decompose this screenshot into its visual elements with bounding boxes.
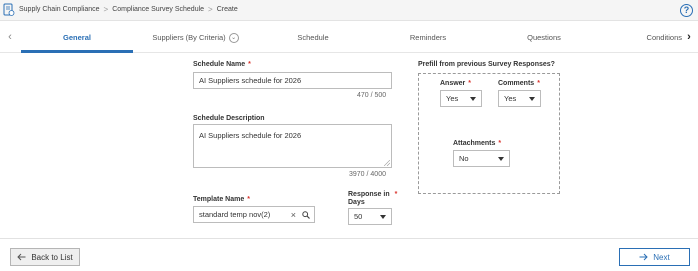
required-mark: * xyxy=(247,196,250,203)
tab-reminders[interactable]: Reminders xyxy=(372,22,484,53)
schedule-description-label: Schedule Description xyxy=(193,115,265,122)
footer-bar: Back to List Next xyxy=(0,238,698,271)
tab-label: General xyxy=(63,33,91,42)
comments-select[interactable]: Yes xyxy=(498,90,541,107)
template-name-search-input[interactable]: standard temp nov(2) × xyxy=(193,206,315,223)
search-icon[interactable] xyxy=(302,211,310,219)
attachments-value: No xyxy=(459,154,469,163)
tab-label: Reminders xyxy=(409,33,447,42)
breadcrumb-item-survey-schedule[interactable]: Compliance Survey Schedule xyxy=(112,6,204,13)
tab-scroll-right-icon[interactable]: › xyxy=(683,30,695,44)
comments-value: Yes xyxy=(504,94,517,103)
schedule-name-label-text: Schedule Name xyxy=(193,61,246,68)
template-name-value: standard temp nov(2) xyxy=(199,210,271,219)
response-days-select[interactable]: 50 xyxy=(348,208,392,225)
schedule-name-counter: 470 / 500 xyxy=(357,92,387,99)
attachments-label: Attachments * xyxy=(453,140,501,147)
required-mark: * xyxy=(394,191,398,198)
template-name-actions: × xyxy=(291,210,310,220)
tab-general[interactable]: General xyxy=(21,22,133,53)
clear-icon[interactable]: × xyxy=(291,210,296,220)
answer-select[interactable]: Yes xyxy=(440,90,482,107)
chevron-down-icon: ⌄ xyxy=(228,33,239,44)
back-to-list-label: Back to List xyxy=(31,252,73,262)
required-mark: * xyxy=(248,61,251,68)
back-to-list-button[interactable]: Back to List xyxy=(10,248,80,266)
header-bar: Supply Chain Compliance > Compliance Sur… xyxy=(0,0,698,21)
response-days-value: 50 xyxy=(354,212,363,221)
breadcrumb-separator: > xyxy=(103,5,109,14)
tab-scroll-left-icon[interactable]: ‹ xyxy=(4,30,16,44)
attachments-select[interactable]: No xyxy=(453,150,510,167)
caret-down-icon xyxy=(470,96,476,101)
tab-schedule[interactable]: Schedule xyxy=(258,22,368,53)
active-tab-indicator xyxy=(21,50,133,53)
schedule-name-input[interactable]: AI Suppliers schedule for 2026 xyxy=(193,72,392,89)
answer-label: Answer * xyxy=(440,80,471,87)
response-days-label-line1: Response in xyxy=(348,191,390,198)
comments-label-text: Comments xyxy=(498,80,535,87)
schedule-description-counter: 3970 / 4000 xyxy=(349,171,386,178)
response-days-label: Response in * Days xyxy=(348,191,397,207)
response-days-label-line2: Days xyxy=(348,199,365,206)
template-name-label: Template Name * xyxy=(193,196,250,203)
tab-suppliers-by-criteria[interactable]: Suppliers (By Criteria) ⌄ xyxy=(133,22,258,53)
tab-label: Conditions xyxy=(646,33,682,42)
required-mark: * xyxy=(468,80,472,87)
schedule-description-textarea[interactable]: AI Suppliers schedule for 2026 xyxy=(193,124,392,168)
next-button[interactable]: Next xyxy=(619,248,690,266)
template-name-label-text: Template Name xyxy=(193,196,245,203)
next-label: Next xyxy=(653,252,670,262)
tab-conditions[interactable]: Conditions xyxy=(632,22,682,53)
arrow-right-icon xyxy=(639,253,648,261)
answer-label-text: Answer xyxy=(440,80,466,87)
compliance-app-icon xyxy=(3,3,15,16)
required-mark: * xyxy=(537,80,540,87)
breadcrumb-item-supply-chain[interactable]: Supply Chain Compliance xyxy=(19,6,100,13)
tab-bar: ‹ General Suppliers (By Criteria) ⌄ Sched… xyxy=(0,22,698,53)
breadcrumb: Supply Chain Compliance > Compliance Sur… xyxy=(19,5,238,14)
caret-down-icon xyxy=(529,96,535,101)
caret-down-icon xyxy=(498,156,504,161)
breadcrumb-separator: > xyxy=(208,5,213,14)
schedule-name-label: Schedule Name * xyxy=(193,61,251,68)
answer-value: Yes xyxy=(446,94,459,103)
schedule-name-value: AI Suppliers schedule for 2026 xyxy=(199,76,302,85)
tab-questions[interactable]: Questions xyxy=(488,22,600,53)
tab-label: Schedule xyxy=(297,33,329,42)
caret-down-icon xyxy=(380,214,386,219)
attachments-label-text: Attachments xyxy=(453,140,496,147)
schedule-description-value: AI Suppliers schedule for 2026 xyxy=(199,131,302,140)
comments-label: Comments * xyxy=(498,80,540,87)
breadcrumb-item-create: Create xyxy=(216,6,238,13)
prefill-title: Prefill from previous Survey Responses? xyxy=(418,61,555,68)
required-mark: * xyxy=(498,140,502,147)
resize-grip-icon[interactable] xyxy=(384,160,390,166)
tab-label: Questions xyxy=(527,33,561,42)
arrow-left-icon xyxy=(17,253,26,261)
help-icon[interactable]: ? xyxy=(680,4,693,17)
tab-label: Suppliers (By Criteria) xyxy=(152,33,226,42)
